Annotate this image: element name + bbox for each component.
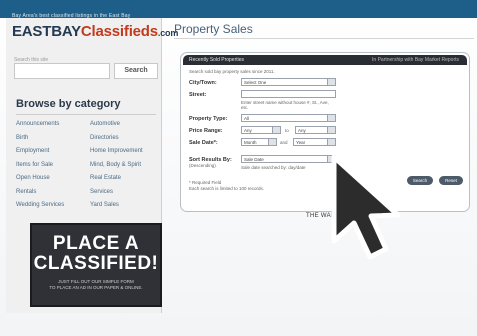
price-to-label: to (285, 128, 289, 133)
browse-heading: Browse by category (16, 98, 121, 110)
page-title: Property Sales (174, 22, 253, 36)
price-from-select[interactable]: Any (241, 126, 281, 134)
category-link[interactable]: Services (90, 186, 143, 200)
site-logo[interactable]: Bay Area's best classified listings in t… (12, 13, 178, 41)
logo-main: EASTBAY (12, 23, 81, 40)
logo-text: EASTBAYClassifieds.com (12, 23, 178, 41)
category-link[interactable]: Wedding Services (16, 199, 64, 213)
place-classified-banner[interactable]: PLACE A CLASSIFIED! JUST FILL OUT OUR SI… (30, 223, 162, 307)
sale-year-select[interactable]: Year (293, 138, 336, 146)
category-link[interactable]: Yard Sales (90, 199, 143, 213)
street-input[interactable] (241, 90, 336, 98)
city-select[interactable]: Select One (241, 78, 336, 86)
category-link[interactable]: Birth (16, 132, 64, 146)
price-range-label: Price Range: (189, 128, 223, 134)
title-divider (174, 38, 474, 39)
category-column-2: Automotive Directories Home Improvement … (90, 118, 143, 213)
city-label: City/Town: (189, 80, 217, 86)
panel-partner-text: In Partnership with Bay Market Reports (372, 57, 459, 63)
sort-sublabel: (Descending) (189, 163, 216, 168)
sale-month-select[interactable]: Month (241, 138, 277, 146)
sale-date-and: and (280, 140, 288, 145)
panel-header: Recently Sold Properties In Partnership … (183, 55, 467, 65)
category-link[interactable]: Items for Sale (16, 159, 64, 173)
place-title-line-1: PLACE A (52, 233, 140, 254)
search-button[interactable]: Search (114, 63, 158, 79)
category-link[interactable]: Automotive (90, 118, 143, 132)
property-type-select[interactable]: All (241, 114, 336, 122)
category-link[interactable]: Mind, Body & Spirit (90, 159, 143, 173)
price-to-select[interactable]: Any (295, 126, 336, 134)
site-tagline: Bay Area's best classified listings in t… (12, 13, 131, 19)
sidebar: Bay Area's best classified listings in t… (6, 13, 178, 313)
required-note: * Required Field (189, 180, 222, 185)
category-link[interactable]: Rentals (16, 186, 64, 200)
category-divider (16, 114, 156, 115)
search-input[interactable] (14, 63, 110, 79)
category-link[interactable]: Directories (90, 132, 143, 146)
panel-title: Recently Sold Properties (189, 57, 245, 63)
street-hint: Enter street name without house #, St., … (241, 100, 329, 110)
screenshot-stage: Bay Area's best classified listings in t… (0, 0, 477, 336)
panel-intro: Search sold bay property sales since 201… (189, 69, 275, 74)
place-title-line-2: CLASSIFIED! (33, 253, 159, 274)
reset-button[interactable]: Reset (439, 176, 463, 185)
sale-date-label: Sale Date*: (189, 140, 218, 146)
street-label: Street: (189, 92, 207, 98)
limit-note: Each search is limited to 100 records. (189, 186, 265, 191)
category-column-1: Announcements Birth Employment Items for… (16, 118, 64, 213)
category-link[interactable]: Open House (16, 172, 64, 186)
category-link[interactable]: Announcements (16, 118, 64, 132)
mouse-pointer-arrow-icon (331, 154, 401, 260)
category-link[interactable]: Home Improvement (90, 145, 143, 159)
sort-hint: Sale date searched by: day/date (241, 165, 306, 170)
logo-accent: Classifieds (80, 23, 158, 40)
category-link[interactable]: Employment (16, 145, 64, 159)
property-type-label: Property Type: (189, 116, 228, 122)
sort-select[interactable]: Sale Date (241, 155, 336, 163)
place-sub-line-2: TO PLACE AN AD IN OUR PAPER & ONLINE. (49, 285, 143, 290)
category-link[interactable]: Real Estate (90, 172, 143, 186)
